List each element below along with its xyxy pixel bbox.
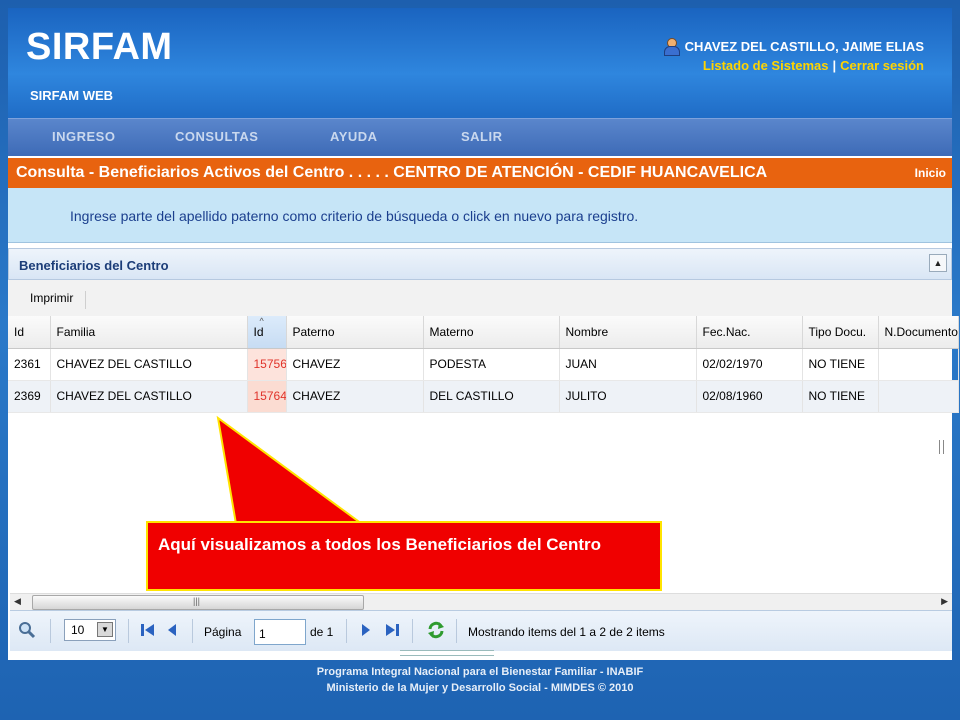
- pager-separator: [192, 619, 193, 643]
- resize-handle[interactable]: [400, 650, 494, 656]
- footer: Programa Integral Nacional para el Biene…: [0, 664, 960, 696]
- scroll-left-icon[interactable]: ◀: [14, 596, 21, 607]
- page-count-label: de 1: [310, 625, 334, 639]
- chevron-down-icon: ▼: [97, 622, 113, 637]
- footer-line-1: Programa Integral Nacional para el Biene…: [316, 666, 644, 678]
- pager-separator: [50, 619, 51, 643]
- horizontal-scrollbar[interactable]: ◀ ||| ▶: [10, 593, 952, 611]
- page-size-select[interactable]: 10 ▼: [64, 619, 116, 641]
- annotation-callout: Aquí visualizamos a todos los Beneficiar…: [146, 521, 662, 591]
- page-number-input[interactable]: 1: [254, 619, 306, 645]
- footer-line-2: Ministerio de la Mujer y Desarrollo Soci…: [326, 682, 634, 694]
- scroll-right-icon[interactable]: ▶: [941, 596, 948, 607]
- page-label: Página: [204, 625, 242, 639]
- prev-page-icon[interactable]: [166, 623, 178, 637]
- last-page-icon[interactable]: [384, 623, 400, 637]
- pager-separator: [346, 619, 347, 643]
- scroll-thumb[interactable]: |||: [32, 595, 364, 610]
- page-size-value: 10: [71, 623, 85, 637]
- next-page-icon[interactable]: [360, 623, 372, 637]
- first-page-icon[interactable]: [140, 623, 156, 637]
- pager-separator: [128, 619, 129, 643]
- grip-icon: |||: [193, 596, 201, 606]
- grid-pager: 10 ▼ Página 1 de 1 Mostrando items del 1…: [10, 610, 952, 651]
- pager-status: Mostrando items del 1 a 2 de 2 items: [468, 625, 665, 639]
- refresh-icon[interactable]: [426, 620, 446, 640]
- pager-separator: [412, 619, 413, 643]
- callout-text: Aquí visualizamos a todos los Beneficiar…: [158, 535, 602, 554]
- search-icon[interactable]: [18, 621, 36, 639]
- pager-separator: [456, 619, 457, 643]
